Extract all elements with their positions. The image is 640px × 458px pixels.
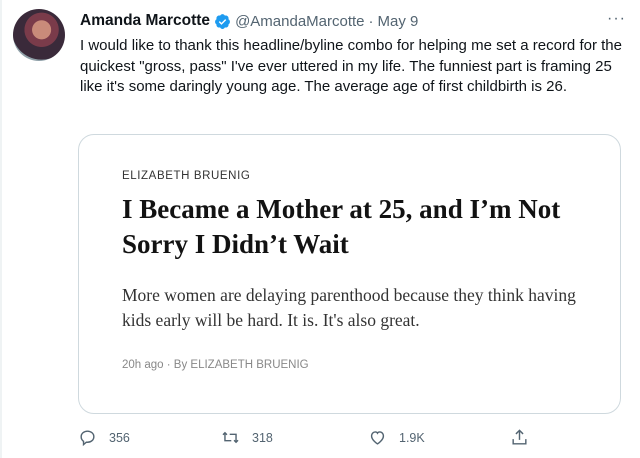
more-options-icon[interactable]: ··· xyxy=(607,10,626,28)
timeline-divider xyxy=(0,0,2,458)
tweet-header: Amanda Marcotte @AmandaMarcotte · May 9 … xyxy=(80,10,626,32)
article-card[interactable]: ELIZABETH BRUENIG I Became a Mother at 2… xyxy=(78,134,621,414)
like-icon xyxy=(370,431,385,445)
retweet-icon xyxy=(222,431,239,444)
tweet-text: I would like to thank this headline/byli… xyxy=(80,37,622,95)
tweet-date[interactable]: May 9 xyxy=(378,13,419,30)
separator-dot: · xyxy=(368,12,374,30)
display-name[interactable]: Amanda Marcotte xyxy=(80,12,210,30)
card-meta: 20h ago · By ELIZABETH BRUENIG xyxy=(122,359,309,371)
share-icon xyxy=(512,429,527,445)
tweet-actions: 356 318 1.9K xyxy=(78,428,618,450)
retweet-count: 318 xyxy=(252,430,273,445)
reply-count: 356 xyxy=(109,430,130,445)
card-headline: I Became a Mother at 25, and I’m Not Sor… xyxy=(122,194,561,259)
like-button[interactable]: 1.9K xyxy=(368,428,425,447)
reply-icon xyxy=(80,430,95,447)
card-byline: ELIZABETH BRUENIG xyxy=(122,170,251,182)
avatar[interactable] xyxy=(13,9,65,61)
share-button[interactable] xyxy=(510,428,541,447)
retweet-button[interactable]: 318 xyxy=(221,428,273,447)
card-summary: More women are delaying parenthood becau… xyxy=(122,285,576,330)
verified-badge-icon xyxy=(214,13,231,30)
like-count: 1.9K xyxy=(399,430,425,445)
reply-button[interactable]: 356 xyxy=(78,428,130,447)
user-handle[interactable]: @AmandaMarcotte xyxy=(235,13,364,30)
